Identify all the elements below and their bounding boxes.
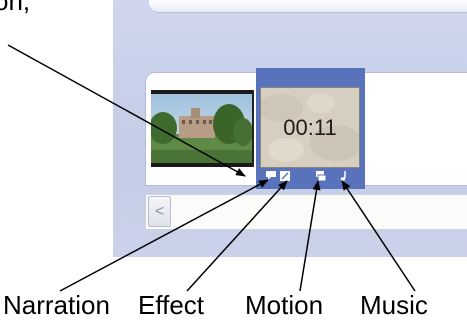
music-label: Music (360, 290, 428, 320)
pointer-motion (299, 180, 321, 292)
narration-label: Narration (3, 290, 110, 320)
effect-label: Effect (138, 290, 205, 320)
pointer-to-clip (7, 44, 246, 177)
clip-duration: 00:11 (283, 114, 337, 140)
motion-label: Motion (245, 290, 324, 320)
pointer-music (341, 180, 416, 292)
callout-lines (7, 44, 416, 292)
pointer-effect (186, 180, 288, 292)
